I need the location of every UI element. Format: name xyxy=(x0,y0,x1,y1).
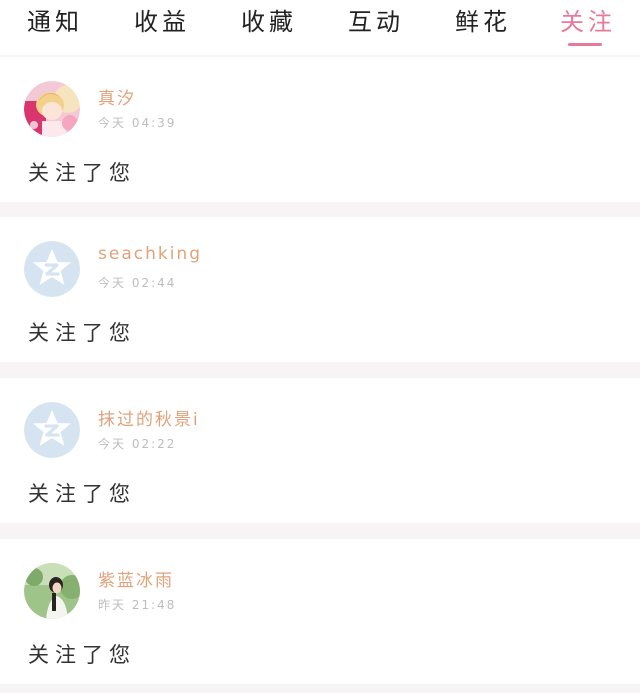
tab-follows[interactable]: 关注 xyxy=(548,4,628,44)
default-star-avatar-icon xyxy=(24,241,80,297)
tab-notifications[interactable]: 通知 xyxy=(15,4,95,44)
notification-message: 关注了您 xyxy=(28,643,136,667)
notification-message: 关注了您 xyxy=(28,161,136,185)
timestamp: 今天 04:39 xyxy=(98,116,177,130)
avatar[interactable] xyxy=(24,402,80,458)
photo-girl-avatar-icon xyxy=(24,563,80,619)
avatar[interactable] xyxy=(24,241,80,297)
timestamp: 今天 02:44 xyxy=(98,276,177,290)
tab-earnings[interactable]: 收益 xyxy=(122,4,202,44)
tab-interactions[interactable]: 互动 xyxy=(336,4,416,44)
username[interactable]: 抹过的秋景i xyxy=(98,405,200,430)
default-star-avatar-icon xyxy=(24,402,80,458)
notification-message: 关注了您 xyxy=(28,482,136,506)
username[interactable]: 紫蓝冰雨 xyxy=(98,566,174,591)
timestamp: 昨天 21:48 xyxy=(98,598,177,612)
avatar[interactable] xyxy=(24,563,80,619)
timestamp: 今天 02:22 xyxy=(98,437,177,451)
notification-item[interactable]: 抹过的秋景i 今天 02:22 关注了您 xyxy=(0,378,640,523)
username[interactable]: 真汐 xyxy=(98,84,136,109)
notification-item[interactable]: 紫蓝冰雨 昨天 21:48 关注了您 xyxy=(0,539,640,684)
tab-flowers[interactable]: 鲜花 xyxy=(443,4,523,44)
notification-message: 关注了您 xyxy=(28,321,136,345)
tab-favorites[interactable]: 收藏 xyxy=(229,4,309,44)
notification-item[interactable]: 真汐 今天 04:39 关注了您 xyxy=(0,57,640,202)
active-tab-indicator xyxy=(568,43,602,46)
username[interactable]: seachking xyxy=(98,244,202,264)
notification-item[interactable]: seachking 今天 02:44 关注了您 xyxy=(0,217,640,362)
tab-bar: 通知 收益 收藏 互动 鲜花 关注 xyxy=(0,0,640,55)
anime-girl-avatar-icon xyxy=(24,81,80,137)
avatar[interactable] xyxy=(24,81,80,137)
follow-notifications-page: 通知 收益 收藏 互动 鲜花 关注 真汐 今天 04:39 关注了您 seach… xyxy=(0,0,640,693)
